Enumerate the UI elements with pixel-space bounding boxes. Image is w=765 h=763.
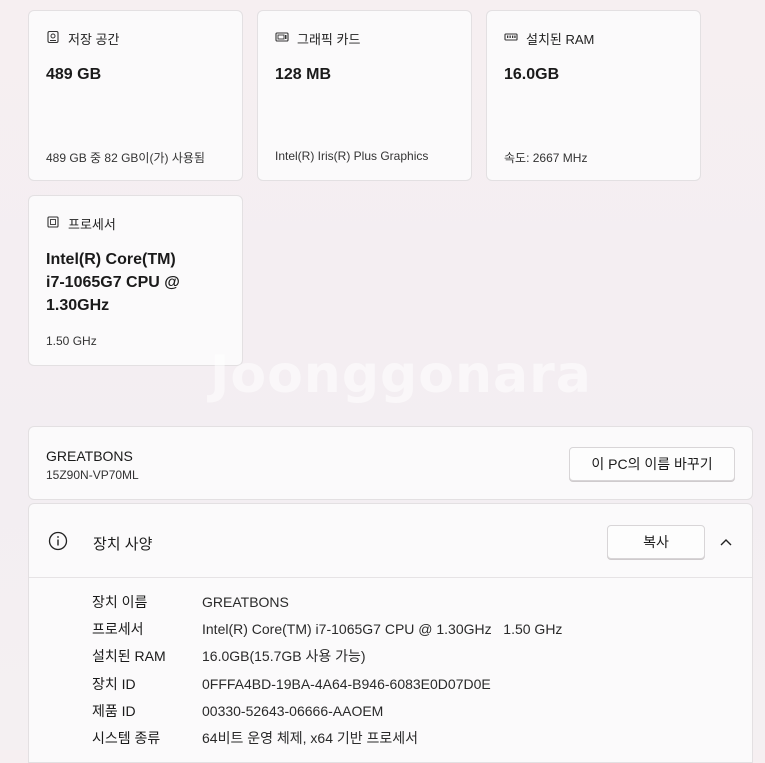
graphics-card: 그래픽 카드 128 MB Intel(R) Iris(R) Plus Grap… bbox=[257, 10, 472, 181]
spec-label: 설치된 RAM bbox=[92, 648, 166, 665]
processor-value-line: 1.30GHz bbox=[46, 297, 110, 314]
processor-card-value: Intel(R) Core(TM) i7-1065G7 CPU @ 1.30GH… bbox=[46, 248, 180, 317]
processor-card-title: 프로세서 bbox=[68, 217, 116, 232]
ram-card-sub: 속도: 2667 MHz bbox=[504, 151, 588, 165]
watermark: Joonggonara bbox=[210, 345, 592, 405]
spec-row-system-type: 시스템 종류 64비트 운영 체제, x64 기반 프로세서 bbox=[92, 724, 562, 751]
spec-label: 제품 ID bbox=[92, 702, 136, 719]
spec-row-device-name: 장치 이름 GREATBONS bbox=[92, 588, 562, 615]
pc-model: 15Z90N-VP70ML bbox=[46, 468, 139, 482]
copy-button[interactable]: 복사 bbox=[607, 525, 705, 559]
spec-label: 프로세서 bbox=[92, 620, 144, 637]
storage-icon bbox=[46, 30, 60, 47]
device-specs-section: 장치 사양 복사 장치 이름 GREATBONS 프로세서 Intel(R) Cor… bbox=[28, 503, 753, 763]
graphics-card-sub: Intel(R) Iris(R) Plus Graphics bbox=[275, 149, 429, 163]
graphics-card-value: 128 MB bbox=[275, 66, 332, 83]
graphics-card-title: 그래픽 카드 bbox=[297, 32, 361, 47]
device-specs-header[interactable]: 장치 사양 복사 bbox=[29, 504, 752, 578]
rename-pc-button[interactable]: 이 PC의 이름 바꾸기 bbox=[569, 447, 735, 481]
chevron-up-icon[interactable] bbox=[719, 535, 733, 553]
device-specs-title: 장치 사양 bbox=[93, 536, 153, 553]
storage-card-header: 저장 공간 bbox=[46, 29, 119, 48]
spec-value[interactable]: Intel(R) Core(TM) i7-1065G7 CPU @ 1.30GH… bbox=[202, 621, 562, 637]
storage-card-title: 저장 공간 bbox=[68, 32, 120, 47]
spec-label: 장치 ID bbox=[92, 675, 136, 692]
spec-row-processor: 프로세서 Intel(R) Core(TM) i7-1065G7 CPU @ 1.… bbox=[92, 615, 562, 642]
ram-icon bbox=[504, 30, 518, 47]
storage-card: 저장 공간 489 GB 489 GB 중 82 GB이(가) 사용됨 bbox=[28, 10, 243, 181]
spec-row-product-id: 제품 ID 00330-52643-06666-AAOEM bbox=[92, 697, 562, 724]
pc-name-card: GREATBONS 15Z90N-VP70ML 이 PC의 이름 바꾸기 bbox=[28, 426, 753, 500]
spec-row-ram: 설치된 RAM 16.0GB(15.7GB 사용 가능) bbox=[92, 643, 562, 670]
processor-value-line: Intel(R) Core(TM) bbox=[46, 251, 176, 268]
ram-card-title: 설치된 RAM bbox=[526, 32, 595, 47]
spec-value[interactable]: GREATBONS bbox=[202, 594, 289, 610]
storage-card-value: 489 GB bbox=[46, 66, 102, 83]
spec-value[interactable]: 00330-52643-06666-AAOEM bbox=[202, 703, 383, 719]
info-icon bbox=[48, 531, 68, 556]
graphics-card-icon bbox=[275, 30, 289, 47]
pc-name: GREATBONS bbox=[46, 448, 133, 464]
spec-label: 시스템 종류 bbox=[92, 730, 161, 747]
processor-value-line: i7-1065G7 CPU @ bbox=[46, 274, 180, 291]
ram-card: 설치된 RAM 16.0GB 속도: 2667 MHz bbox=[486, 10, 701, 181]
processor-card: 프로세서 Intel(R) Core(TM) i7-1065G7 CPU @ 1… bbox=[28, 195, 243, 366]
processor-card-header: 프로세서 bbox=[46, 214, 116, 233]
spec-value[interactable]: 16.0GB(15.7GB 사용 가능) bbox=[202, 646, 366, 666]
processor-icon bbox=[46, 215, 60, 232]
processor-card-sub: 1.50 GHz bbox=[46, 334, 97, 348]
spec-value[interactable]: 64비트 운영 체제, x64 기반 프로세서 bbox=[202, 728, 418, 748]
ram-card-value: 16.0GB bbox=[504, 66, 560, 83]
spec-value[interactable]: 0FFFA4BD-19BA-4A64-B946-6083E0D07D0E bbox=[202, 676, 491, 692]
spec-label: 장치 이름 bbox=[92, 593, 148, 610]
storage-card-sub: 489 GB 중 82 GB이(가) 사용됨 bbox=[46, 151, 205, 165]
graphics-card-header: 그래픽 카드 bbox=[275, 29, 360, 48]
device-specs-list: 장치 이름 GREATBONS 프로세서 Intel(R) Core(TM) i7-… bbox=[92, 588, 562, 752]
ram-card-header: 설치된 RAM bbox=[504, 29, 594, 48]
spec-row-device-id: 장치 ID 0FFFA4BD-19BA-4A64-B946-6083E0D07D0… bbox=[92, 670, 562, 697]
